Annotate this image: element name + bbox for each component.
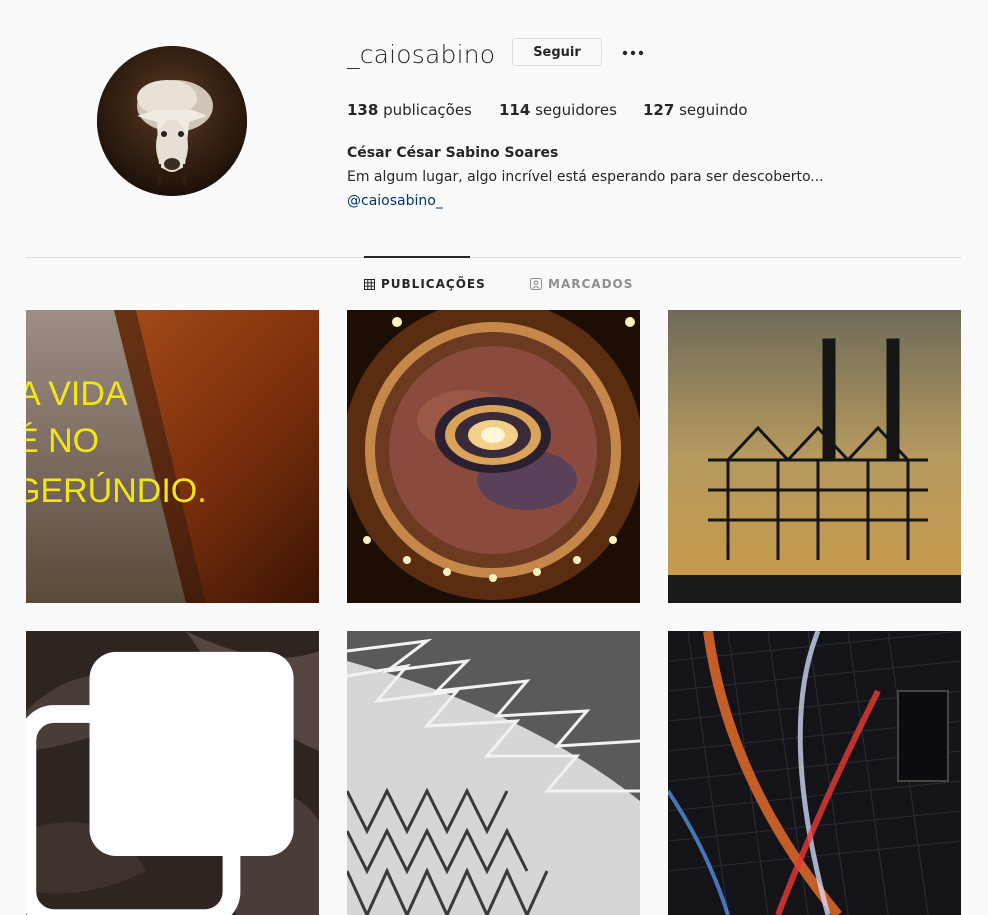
followers-count-label: seguidores <box>530 101 617 119</box>
posts-count-label: publicações <box>378 101 472 119</box>
profile-username: _caiosabino <box>347 40 496 69</box>
graffiti-text-line-1: A VIDA <box>26 375 128 413</box>
profile-bio: Em algum lugar, algo incrível está esper… <box>347 169 824 185</box>
tab-posts-label: PUBLICAÇÕES <box>381 277 486 291</box>
profile-avatar[interactable] <box>97 46 247 196</box>
tab-tagged[interactable]: MARCADOS <box>530 277 633 291</box>
tab-tagged-label: MARCADOS <box>548 277 634 291</box>
posts-count-value: 138 <box>347 101 379 119</box>
active-tab-indicator <box>364 256 470 258</box>
graffiti-text-line-3: GERÚNDIO. <box>26 472 207 510</box>
post-tile-port-cranes[interactable] <box>668 310 961 603</box>
profile-full-name: César César Sabino Soares <box>347 145 559 161</box>
post-tile-orange-flower[interactable] <box>26 631 319 915</box>
profile-link[interactable]: @caiosabino_ <box>347 193 443 209</box>
followers-count[interactable]: 114 seguidores <box>499 101 617 119</box>
more-options-icon[interactable] <box>621 46 645 60</box>
following-count-value: 127 <box>643 101 675 119</box>
following-count-label: seguindo <box>674 101 748 119</box>
tab-posts[interactable]: PUBLICAÇÕES <box>364 277 486 291</box>
grid-icon <box>364 278 375 290</box>
graffiti-text-line-2: É NO <box>26 422 99 460</box>
followers-count-value: 114 <box>499 101 531 119</box>
follow-button[interactable]: Seguir <box>512 38 602 66</box>
multiple-posts-icon <box>26 651 294 915</box>
tagged-icon <box>530 278 542 290</box>
posts-count: 138 publicações <box>347 101 472 119</box>
following-count[interactable]: 127 seguindo <box>643 101 748 119</box>
post-tile-theater-ceiling[interactable] <box>347 310 640 603</box>
tabs-divider <box>26 257 961 258</box>
post-tile-neon-lights[interactable] <box>668 631 961 915</box>
sheep-photo <box>97 46 247 196</box>
post-tile-architecture-bw[interactable] <box>347 631 640 915</box>
post-tile-wall-graffiti[interactable]: A VIDA É NO GERÚNDIO. <box>26 310 319 603</box>
